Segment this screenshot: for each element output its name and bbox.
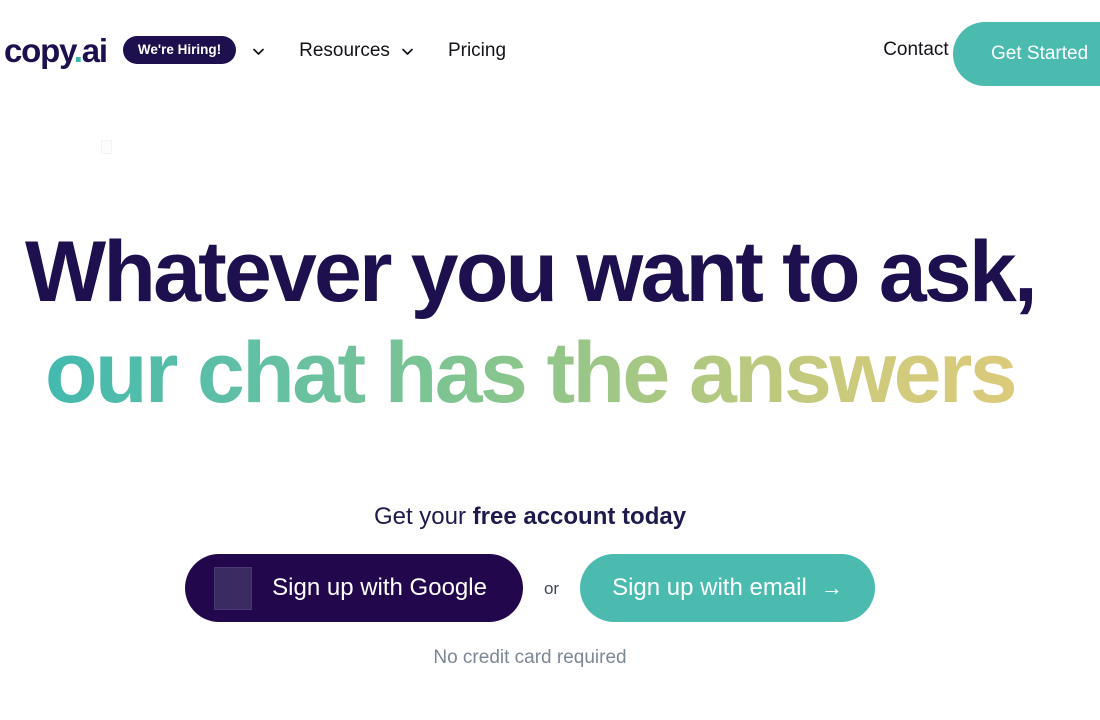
hero-subheading-strong: free account today — [472, 503, 687, 530]
sign-up-with-google-label: Sign up with Google — [272, 574, 487, 601]
sign-up-with-google-button[interactable]: Sign up with Google — [185, 554, 523, 622]
google-logo-icon — [214, 566, 253, 610]
sign-up-with-email-button[interactable]: Sign up with email → — [580, 554, 875, 622]
landing-page: copy.ai We're Hiring! Resources Pricing … — [0, 0, 1100, 720]
page-title-line1: Whatever you want to ask, — [24, 224, 1038, 320]
hero-subheading: Get your free account today — [0, 503, 1060, 532]
arrow-right-icon: → — [820, 575, 843, 600]
page-title-line2: our chat has the answers — [0, 330, 1060, 416]
cta-row: Sign up with Google or Sign up with emai… — [0, 554, 1060, 622]
hero-section: Whatever you want to ask, our chat has t… — [0, 0, 1100, 720]
sign-up-with-email-label: Sign up with email — [612, 574, 807, 601]
or-separator: or — [543, 578, 560, 598]
no-credit-card-note: No credit card required — [433, 647, 627, 668]
hero-subheading-prefix: Get your — [373, 503, 473, 530]
